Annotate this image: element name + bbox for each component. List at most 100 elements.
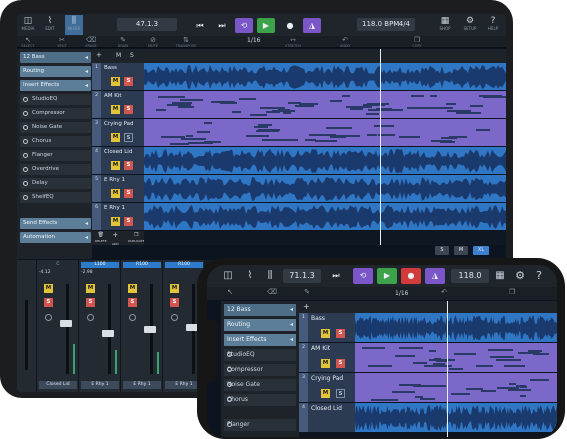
- delete-track-button[interactable]: 🗑 DELETE: [95, 232, 107, 244]
- power-icon[interactable]: [227, 422, 232, 427]
- solo-button[interactable]: S: [128, 298, 137, 307]
- tempo-display[interactable]: 118.0: [451, 269, 489, 283]
- play-button[interactable]: ▶: [257, 18, 275, 33]
- midi-event-lane[interactable]: [355, 373, 557, 403]
- playhead-cursor[interactable]: [447, 301, 448, 437]
- power-icon[interactable]: [23, 195, 28, 200]
- mute-button[interactable]: M: [321, 329, 330, 338]
- media-icon[interactable]: ◫: [221, 271, 235, 281]
- quantize-value[interactable]: 1/16: [395, 290, 408, 297]
- shop-icon[interactable]: ▦: [493, 271, 507, 281]
- mixer-icon[interactable]: ⫼ MIXER: [65, 15, 83, 35]
- tempo-display[interactable]: 118.0 BPM 4/4: [357, 18, 415, 31]
- copy-icon[interactable]: ❐ COPY: [409, 37, 425, 49]
- volume-fader[interactable]: [60, 320, 72, 327]
- solo-button[interactable]: S: [86, 298, 95, 307]
- power-icon[interactable]: [129, 314, 136, 321]
- midi-event-lane[interactable]: [144, 119, 506, 147]
- setup-icon[interactable]: ⚙ SETUP: [461, 17, 479, 31]
- split-tool-icon[interactable]: ✂ SPLIT: [54, 37, 70, 49]
- position-display[interactable]: 47.1.3: [117, 18, 177, 31]
- track-header[interactable]: 5 E Rhy 1 M S: [92, 175, 144, 203]
- track-header[interactable]: 4 Closed Lid M S: [92, 147, 144, 175]
- forward-button[interactable]: ⏭: [329, 268, 343, 284]
- insert-slot[interactable]: Chorus: [224, 394, 296, 406]
- routing-section[interactable]: Routing ◂: [20, 66, 91, 77]
- power-icon[interactable]: [87, 314, 94, 321]
- audio-event-lane[interactable]: [144, 63, 506, 91]
- track-header[interactable]: 6 E Rhy 1 M S: [92, 203, 144, 231]
- mute-button[interactable]: M: [44, 284, 53, 293]
- draw-tool-icon[interactable]: ✎ DRAW: [115, 37, 131, 49]
- edit-icon[interactable]: ⌇ EDIT: [42, 17, 58, 31]
- solo-button[interactable]: S: [44, 298, 53, 307]
- metronome-button[interactable]: ◮: [303, 18, 321, 33]
- add-track-icon[interactable]: +: [96, 51, 102, 59]
- power-icon[interactable]: [23, 97, 28, 102]
- solo-button[interactable]: S: [124, 189, 133, 198]
- insert-slot[interactable]: Noise Gate: [224, 379, 296, 391]
- select-tool-icon[interactable]: ↖: [225, 289, 235, 296]
- inspector-track-name[interactable]: 12 Bass ◂: [20, 52, 91, 63]
- insert-slot[interactable]: Compressor: [224, 364, 296, 376]
- insert-slot[interactable]: Chorus: [20, 136, 91, 147]
- mute-button[interactable]: M: [111, 133, 120, 142]
- solo-button[interactable]: S: [124, 217, 133, 226]
- power-icon[interactable]: [23, 181, 28, 186]
- mute-button[interactable]: M: [111, 161, 120, 170]
- insert-slot[interactable]: Overdrive: [20, 164, 91, 175]
- insert-effects-section[interactable]: Insert Effects ◂: [224, 334, 296, 346]
- setup-icon[interactable]: ⚙: [513, 270, 527, 281]
- automation-section[interactable]: Automation ◂: [20, 232, 91, 243]
- power-icon[interactable]: [227, 382, 232, 387]
- power-icon[interactable]: [227, 397, 232, 402]
- copy-icon[interactable]: ❐: [507, 289, 517, 296]
- send-effects-section[interactable]: Send Effects ◂: [20, 218, 91, 229]
- insert-effects-section[interactable]: Insert Effects ◂: [20, 80, 91, 91]
- volume-fader[interactable]: [102, 330, 114, 337]
- mixer-channel-strip[interactable]: R100 M S E Rhy 1: [121, 260, 163, 392]
- solo-button[interactable]: S: [336, 329, 345, 338]
- loop-button[interactable]: ⟲: [353, 268, 373, 284]
- track-header[interactable]: 1 Bass M S: [92, 63, 144, 91]
- solo-button[interactable]: S: [336, 359, 345, 368]
- solo-button[interactable]: S: [124, 77, 133, 86]
- solo-button[interactable]: S: [124, 161, 133, 170]
- draw-tool-icon[interactable]: ✎: [302, 289, 312, 296]
- mute-button[interactable]: M: [321, 359, 330, 368]
- solo-all-button[interactable]: S: [130, 52, 134, 59]
- timeline-ruler[interactable]: [355, 301, 557, 313]
- mixer-icon[interactable]: ⫼: [263, 271, 277, 281]
- volume-fader[interactable]: [144, 326, 156, 333]
- rewind-button[interactable]: ⏮: [191, 18, 209, 33]
- insert-slot[interactable]: StudioEQ: [224, 349, 296, 361]
- insert-slot[interactable]: Flanger: [224, 419, 296, 431]
- mute-button[interactable]: M: [128, 284, 137, 293]
- power-icon[interactable]: [171, 314, 178, 321]
- audio-event-lane[interactable]: [355, 313, 557, 343]
- mixer-channel-strip[interactable]: C -4.12 M S Closed Lid: [37, 260, 79, 392]
- track-header[interactable]: 1 Bass M S: [299, 313, 355, 343]
- loop-button[interactable]: ⟲: [235, 18, 253, 33]
- inspector-track-name[interactable]: 12 Bass ◂: [224, 304, 296, 316]
- insert-slot[interactable]: StudioEQ: [20, 94, 91, 105]
- audio-event-lane[interactable]: [144, 147, 506, 175]
- track-header[interactable]: 2 AM Kit M S: [92, 91, 144, 119]
- empty-lane-area[interactable]: [144, 231, 506, 245]
- mute-button[interactable]: M: [170, 284, 179, 293]
- audio-event-lane[interactable]: [144, 175, 506, 203]
- routing-section[interactable]: Routing ◂: [224, 319, 296, 331]
- solo-button[interactable]: S: [124, 133, 133, 142]
- insert-slot[interactable]: Compressor: [20, 108, 91, 119]
- track-header[interactable]: 3 Crying Pad M S: [299, 373, 355, 403]
- transpose-tool-icon[interactable]: ⇅ TRANSPOSE: [175, 37, 197, 49]
- playhead-cursor[interactable]: [380, 49, 381, 245]
- insert-slot[interactable]: Noise Gate: [20, 122, 91, 133]
- power-icon[interactable]: [23, 125, 28, 130]
- solo-button[interactable]: S: [124, 105, 133, 114]
- undo-icon[interactable]: ↶ UNDO: [337, 37, 353, 49]
- quantize-value[interactable]: 1/16: [247, 37, 260, 44]
- mute-button[interactable]: M: [111, 77, 120, 86]
- undo-icon[interactable]: ↶: [439, 289, 449, 296]
- help-icon[interactable]: ?: [533, 270, 545, 281]
